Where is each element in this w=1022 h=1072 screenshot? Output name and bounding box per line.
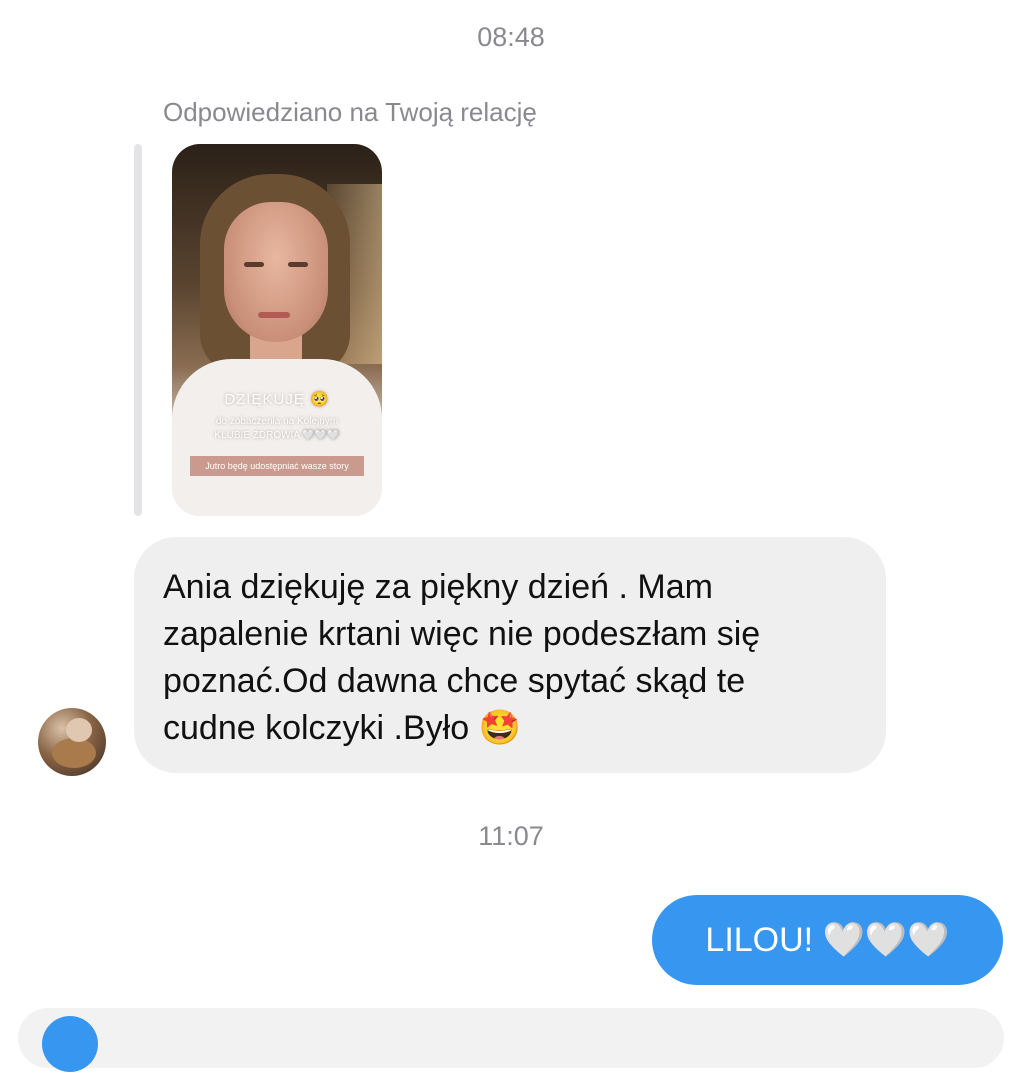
timestamp-first: 08:48 [477,22,545,52]
story-caption-bar: Jutro będę udostępniać wasze story [190,456,364,476]
story-eye-right [288,262,308,267]
story-person-face [224,202,328,342]
story-reply-label: Odpowiedziano na Twoją relację [163,97,537,127]
story-mouth [258,312,290,318]
avatar-photo-dog [52,738,96,768]
incoming-message-bubble[interactable]: Ania dziękuję za piękny dzień . Mam zapa… [134,537,886,773]
message-composer[interactable] [18,1008,1004,1068]
story-thumbnail[interactable]: DZIĘKUJĘ 🥺 do zobaczenia na Kolejnym KLU… [172,144,382,516]
story-caption-line2: KLUBIE ZDROWIA 🤍🤍🤍 [214,430,340,441]
reply-indicator-bar [134,144,142,516]
sender-avatar[interactable] [38,708,106,776]
avatar-photo-person [66,718,92,742]
outgoing-message-bubble[interactable]: LILOU! 🤍🤍🤍 [652,895,1003,985]
story-title-text: DZIĘKUJĘ 🥺 [224,391,330,408]
timestamp-second: 11:07 [478,821,544,851]
story-eye-left [244,262,264,267]
camera-icon[interactable] [42,1016,98,1072]
story-caption-line1: do zobaczenia na Kolejnym [215,416,339,427]
